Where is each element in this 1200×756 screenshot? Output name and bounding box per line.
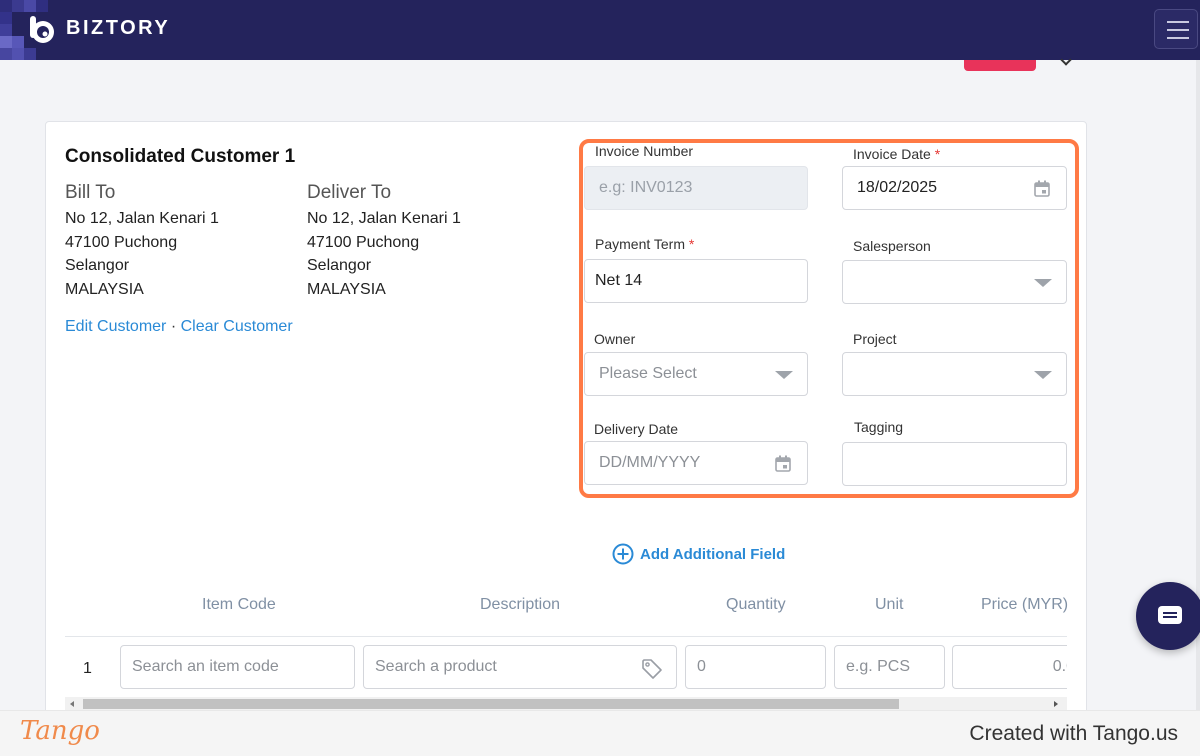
column-header-unit: Unit (875, 596, 904, 613)
column-header-description: Description (480, 596, 561, 613)
table-divider (65, 636, 1067, 637)
chat-icon (1158, 606, 1182, 624)
invoice-date-field[interactable]: 18/02/2025 (842, 166, 1067, 210)
scrollbar-thumb[interactable] (83, 699, 899, 709)
delivery-date-field[interactable]: DD/MM/YYYY (584, 441, 808, 485)
add-additional-field-label: Add Additional Field (640, 545, 786, 563)
delivery-date-label: Delivery Date (594, 421, 679, 437)
payment-term-label-text: Payment Term (595, 236, 685, 252)
item-code-placeholder: Search an item code (132, 658, 279, 675)
quantity-placeholder: 0 (697, 658, 706, 675)
bill-to-line: MALAYSIA (65, 281, 144, 298)
deliver-to-title: Deliver To (307, 182, 392, 203)
menu-bar (1167, 37, 1189, 39)
menu-bar (1167, 21, 1189, 23)
top-navbar: BIZTORY (0, 0, 1200, 60)
customer-links: Edit Customer · Clear Customer (65, 318, 293, 336)
column-header-price: Price (MYR) (981, 596, 1069, 613)
deliver-to-line: MALAYSIA (307, 281, 386, 298)
payment-term-label: Payment Term * (595, 236, 694, 252)
tango-logo: Tango (20, 716, 100, 746)
horizontal-scrollbar[interactable] (65, 697, 1067, 711)
biztory-logo-icon[interactable] (26, 14, 60, 46)
hamburger-menu-button[interactable] (1154, 9, 1198, 49)
owner-select[interactable]: Please Select (584, 352, 808, 396)
invoice-number-field[interactable]: e.g: INV0123 (584, 166, 808, 210)
tag-icon[interactable] (640, 657, 664, 681)
project-label: Project (853, 331, 897, 347)
column-header-quantity: Quantity (726, 596, 786, 613)
edit-customer-link[interactable]: Edit Customer (65, 318, 166, 335)
tango-footer: Tango Created with Tango.us (0, 710, 1200, 756)
delivery-date-placeholder: DD/MM/YYYY (599, 454, 701, 471)
bill-to-title: Bill To (65, 182, 116, 203)
invoice-date-label: Invoice Date * (853, 146, 940, 162)
price-input[interactable]: 0.0 (952, 645, 1067, 689)
description-placeholder: Search a product (375, 658, 497, 675)
clear-customer-link[interactable]: Clear Customer (181, 318, 293, 335)
owner-label: Owner (594, 331, 636, 347)
salesperson-label: Salesperson (853, 238, 931, 254)
unit-input[interactable]: e.g. PCS (834, 645, 945, 689)
footer-credit: Created with Tango.us (969, 722, 1178, 745)
invoice-date-label-text: Invoice Date (853, 146, 931, 162)
plus-circle-icon (612, 543, 634, 565)
chat-button[interactable] (1136, 582, 1200, 650)
required-marker: * (688, 236, 695, 252)
item-code-input[interactable]: Search an item code (120, 645, 355, 689)
brand-name[interactable]: BIZTORY (66, 17, 170, 40)
tagging-field[interactable] (842, 442, 1067, 486)
save-button-partial[interactable] (964, 60, 1036, 71)
invoice-date-value: 18/02/2025 (857, 179, 938, 196)
link-separator: · (170, 318, 177, 335)
quantity-input[interactable]: 0 (685, 645, 826, 689)
description-input[interactable]: Search a product (363, 645, 677, 689)
column-header-item-code: Item Code (202, 596, 276, 613)
tagging-label: Tagging (854, 419, 904, 435)
calendar-icon[interactable] (775, 455, 791, 472)
chevron-down-icon (1034, 279, 1052, 287)
scroll-left-icon[interactable] (70, 701, 74, 707)
row-number: 1 (83, 660, 92, 677)
unit-placeholder: e.g. PCS (846, 658, 911, 675)
scroll-right-icon[interactable] (1054, 701, 1058, 707)
payment-term-field[interactable]: Net 14 (584, 259, 808, 303)
chevron-down-icon (775, 371, 793, 379)
project-select[interactable] (842, 352, 1067, 396)
deliver-to-line: 47100 Puchong (307, 234, 420, 251)
salesperson-select[interactable] (842, 260, 1067, 304)
bill-to-line: 47100 Puchong (65, 234, 178, 251)
invoice-number-label: Invoice Number (595, 143, 694, 159)
chevron-down-icon (1034, 371, 1052, 379)
add-additional-field-button[interactable]: Add Additional Field (612, 543, 785, 565)
customer-name: Consolidated Customer 1 (65, 146, 296, 167)
calendar-icon[interactable] (1034, 180, 1050, 197)
price-placeholder: 0.0 (1052, 658, 1067, 675)
deliver-to-line: No 12, Jalan Kenari 1 (307, 210, 461, 227)
payment-term-value: Net 14 (595, 272, 643, 289)
required-marker: * (934, 146, 941, 162)
menu-bar (1167, 29, 1189, 31)
invoice-number-placeholder: e.g: INV0123 (599, 179, 693, 196)
deliver-to-line: Selangor (307, 257, 372, 274)
bill-to-line: Selangor (65, 257, 130, 274)
bill-to-line: No 12, Jalan Kenari 1 (65, 210, 219, 227)
owner-placeholder: Please Select (599, 365, 697, 382)
